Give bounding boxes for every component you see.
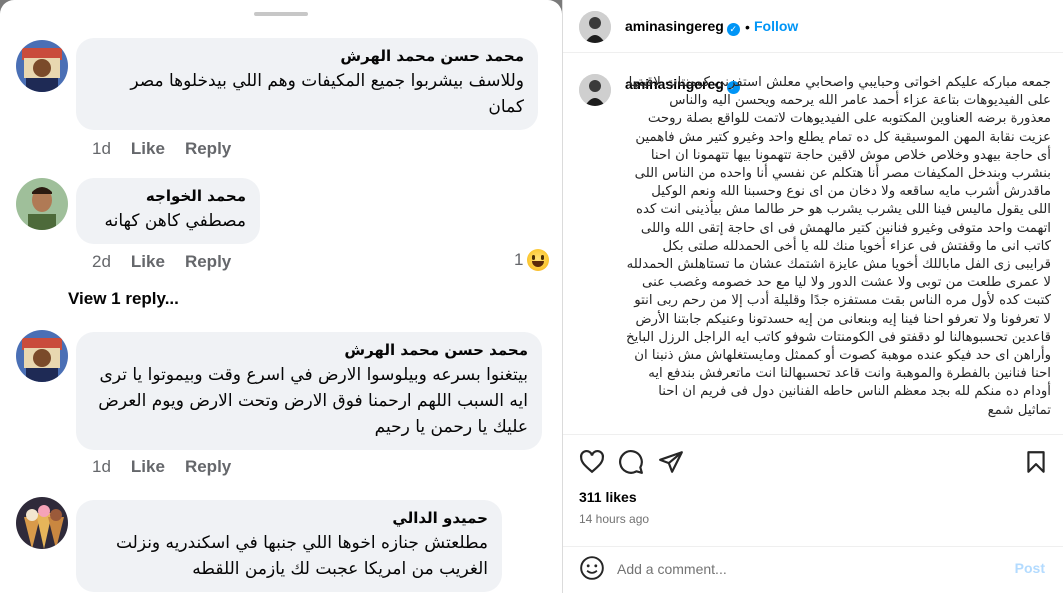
comments-sheet: محمد حسن محمد الهرش وللاسف بيشربوا جميع … (0, 0, 562, 593)
reply-button[interactable]: Reply (185, 457, 231, 477)
comment-age: 1d (92, 139, 111, 158)
comment-actions: 1d Like Reply (92, 139, 231, 159)
comment-author[interactable]: محمد الخواجه (90, 186, 246, 206)
comment-text: بيتغنوا بسرعه وبيلوسوا الارض في اسرع وقت… (98, 365, 528, 437)
comment-bubble: محمد حسن محمد الهرش وللاسف بيشربوا جميع … (76, 38, 538, 130)
comment-bubble: حميدو الدالي مطلعتش جنازه اخوها اللي جنب… (76, 500, 502, 592)
like-button[interactable]: Like (131, 252, 165, 272)
post-button[interactable]: Post (1015, 560, 1045, 576)
comment-author[interactable]: محمد حسن محمد الهرش (90, 340, 528, 360)
like-button[interactable]: Like (131, 139, 165, 159)
caption-scroll-area[interactable]: aminasingereg ✓ جمعه مباركه عليكم اخواتى … (563, 54, 1063, 434)
emoji-icon[interactable] (579, 555, 605, 581)
comment-input[interactable] (617, 555, 997, 583)
verified-badge-icon: ✓ (726, 23, 740, 36)
comment-bubble: محمد حسن محمد الهرش بيتغنوا بسرعه وبيلوس… (76, 332, 542, 450)
comment-author[interactable]: محمد حسن محمد الهرش (90, 46, 524, 66)
author-username[interactable]: aminasingereg ✓ (625, 18, 740, 36)
comment-text: مطلعتش جنازه اخوها اللي جنبها في اسكندري… (115, 533, 488, 579)
comment-icon[interactable] (618, 449, 644, 475)
comment-age: 1d (92, 457, 111, 476)
add-comment-bar: Post (563, 546, 1063, 593)
share-icon[interactable] (658, 449, 684, 475)
comment-text: مصطفي كاهن كهانه (104, 211, 246, 231)
comment-text: وللاسف بيشربوا جميع المكيفات وهم اللي بي… (130, 71, 524, 117)
drag-handle[interactable] (254, 12, 308, 16)
comment-age: 2d (92, 252, 111, 271)
heart-icon[interactable] (579, 449, 605, 475)
separator-dot: • (745, 19, 750, 35)
avatar[interactable] (16, 40, 68, 92)
reply-button[interactable]: Reply (185, 252, 231, 272)
post-timestamp[interactable]: 14 hours ago (579, 512, 649, 526)
avatar[interactable] (16, 497, 68, 549)
post-panel: aminasingereg ✓ • Follow aminasingereg ✓ ج… (562, 0, 1063, 593)
likes-count[interactable]: 311 likes (579, 489, 637, 505)
follow-button[interactable]: Follow (754, 18, 798, 34)
username-text[interactable]: aminasingereg (625, 18, 724, 34)
caption-author-avatar[interactable] (579, 74, 611, 106)
comment-bubble: محمد الخواجه مصطفي كاهن كهانه (76, 178, 260, 244)
post-caption: جمعه مباركه عليكم اخواتى وحبايبي واصحابي… (626, 75, 1051, 418)
post-actions-bar: 311 likes 14 hours ago (563, 434, 1063, 546)
comment-actions: 1d Like Reply (92, 457, 231, 477)
comment-author[interactable]: حميدو الدالي (90, 508, 488, 528)
reaction-count: 1 (514, 250, 524, 269)
bookmark-icon[interactable] (1023, 449, 1049, 475)
author-avatar[interactable] (579, 11, 611, 43)
like-button[interactable]: Like (131, 457, 165, 477)
avatar[interactable] (16, 178, 68, 230)
post-header: aminasingereg ✓ • Follow (563, 0, 1063, 53)
reaction-summary[interactable]: 1 (514, 249, 550, 271)
haha-emoji-icon (527, 249, 550, 271)
view-replies-link[interactable]: View 1 reply... (68, 289, 179, 309)
comment-actions: 2d Like Reply (92, 252, 231, 272)
reply-button[interactable]: Reply (185, 139, 231, 159)
avatar[interactable] (16, 330, 68, 382)
